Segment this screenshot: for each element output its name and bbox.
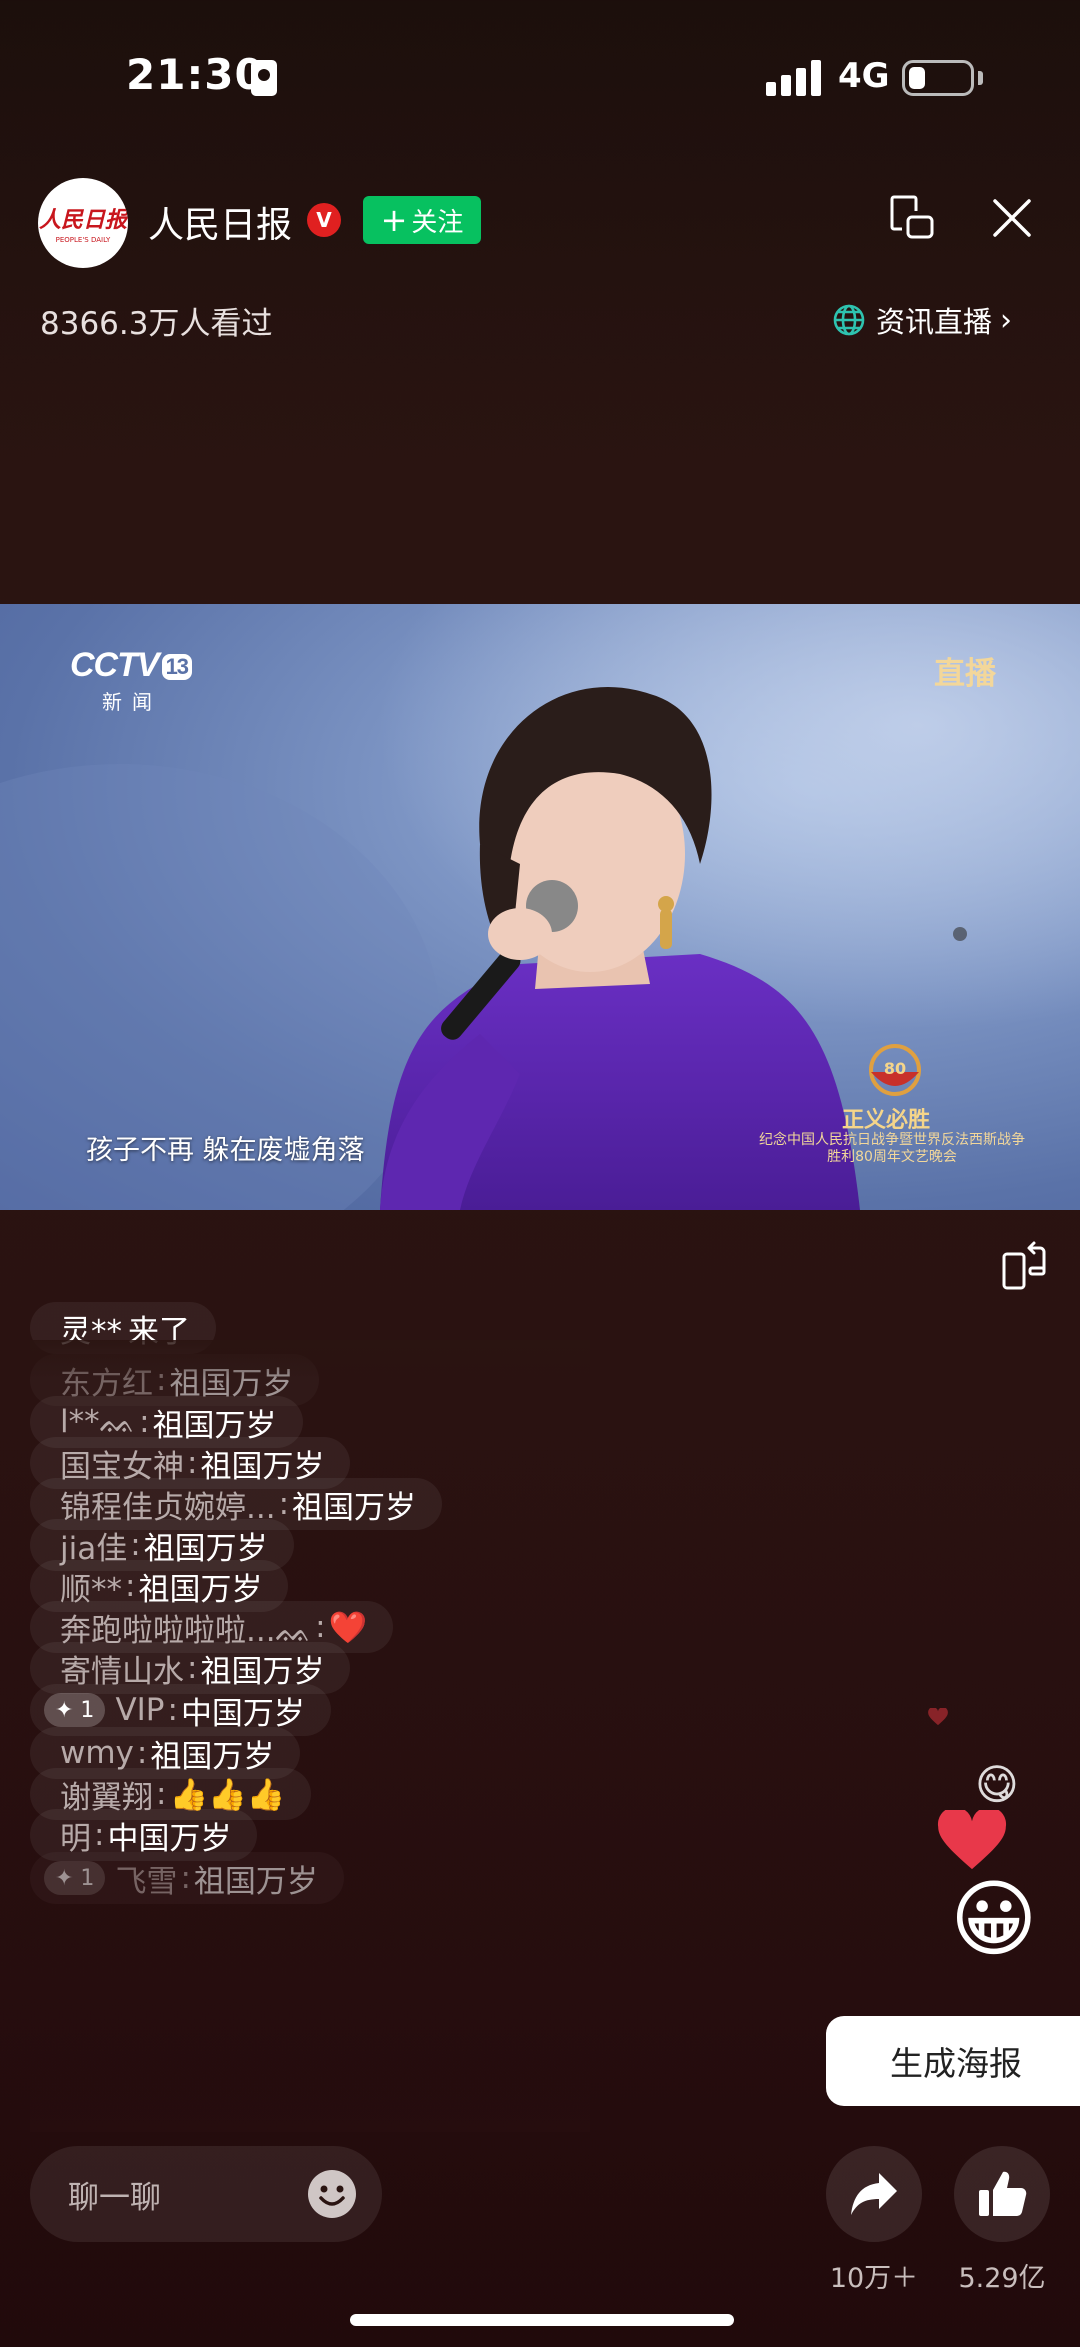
svg-text:80: 80 <box>884 1059 906 1078</box>
share-count: 10万＋ <box>829 2263 919 2294</box>
comment-separator: : <box>139 1404 150 1440</box>
comment-text: 祖国万岁 <box>193 1863 318 1900</box>
battery-icon <box>902 60 974 96</box>
comment-username: l**ᨐ <box>60 1403 137 1440</box>
fan-level-badge: ✦ 1 <box>44 1861 106 1895</box>
globe-icon <box>833 304 865 336</box>
comment-text: 中国万岁 <box>107 1820 232 1857</box>
floating-heart-icon <box>937 1810 1007 1870</box>
event-title: 正义必胜 <box>842 1108 931 1133</box>
comment-separator: : <box>187 1650 198 1686</box>
verified-badge: V <box>307 203 341 237</box>
share-arrow-icon <box>851 2173 897 2215</box>
generate-poster-button[interactable]: 生成海报 <box>826 2016 1080 2106</box>
comment-username: wmy <box>60 1735 134 1771</box>
avatar-logo-subtext: PEOPLE'S DAILY <box>55 236 111 244</box>
chat-placeholder: 聊一聊 <box>68 2179 161 2216</box>
rotate-screen-icon[interactable] <box>1000 1240 1048 1292</box>
comment-text: 来了 <box>128 1313 190 1350</box>
signal-icon <box>766 60 822 96</box>
battery-tip <box>978 71 983 85</box>
cctv-logo: CCTV 13 <box>70 646 193 685</box>
plus-icon: + <box>380 201 408 239</box>
comment-separator: : <box>187 1445 198 1481</box>
comment-separator: : <box>136 1735 148 1771</box>
share-button[interactable] <box>826 2146 922 2242</box>
comment-separator: : <box>167 1692 178 1728</box>
close-icon[interactable] <box>990 196 1034 240</box>
comment-separator: : <box>180 1860 191 1896</box>
follow-button[interactable]: + 关注 <box>363 196 481 244</box>
avatar-logo-text: 人民日报 <box>38 207 127 233</box>
event-subtitle: 纪念中国人民抗日战争暨世界反法西斯战争 胜利80周年文艺晚会 <box>759 1132 1025 1165</box>
mini-window-icon[interactable] <box>888 193 936 241</box>
lyric-caption: 孩子不再 躲在废墟角落 <box>86 1135 365 1166</box>
comment-separator: : <box>94 1817 105 1853</box>
comment-username: VIP <box>115 1692 165 1728</box>
thumbs-up-icon <box>979 2171 1027 2216</box>
channel-subtitle: 新闻 <box>102 690 162 714</box>
comment-username: 明 <box>60 1820 91 1857</box>
comment-separator: : <box>156 1776 167 1812</box>
avatar[interactable]: 人民日报 PEOPLE'S DAILY <box>38 178 128 268</box>
comment-item[interactable]: ✦ 1 飞雪: 祖国万岁 <box>30 1852 344 1904</box>
comment-list[interactable]: 灵** 来了 东方红: 祖国万岁 l**ᨐ: 祖国万岁 国宝女神: 祖国万岁 锦程佳贞婉婷..… <box>30 1296 590 2132</box>
comment-separator: : <box>130 1527 141 1563</box>
comment-separator: : <box>278 1486 290 1522</box>
floating-emoji: 😋 <box>975 1760 1019 1809</box>
live-label: 直播 <box>934 656 996 692</box>
comment-username: 灵** <box>60 1313 122 1350</box>
comment-text: 中国万岁 <box>180 1695 305 1732</box>
fan-level-badge: ✦ 1 <box>44 1693 106 1727</box>
comment-separator: : <box>125 1568 136 1604</box>
comment-username: 飞雪 <box>115 1863 178 1900</box>
emoji-icon[interactable] <box>306 2168 358 2220</box>
account-name[interactable]: 人民日报 <box>148 196 292 248</box>
chevron-right-icon: › <box>1000 302 1013 338</box>
viewer-count: 8366.3万人看过 <box>40 306 273 342</box>
status-time: 21:30 <box>126 50 265 99</box>
like-count: 5.29亿 <box>958 2263 1046 2294</box>
comment-text: ❤️ <box>328 1609 368 1646</box>
comment-separator: : <box>315 1609 326 1645</box>
comment-text: 祖国万岁 <box>292 1489 417 1526</box>
like-button[interactable] <box>954 2146 1050 2242</box>
comment-text: 👍👍👍 <box>169 1776 286 1813</box>
anniversary-emblem-icon: 80 <box>869 1044 921 1096</box>
news-live-label: 资讯直播 <box>876 305 993 339</box>
live-video[interactable]: CCTV 13 新闻 直播 孩子不再 躲在废墟角落 80 正义必胜 纪念中国人民抗… <box>0 604 1080 1210</box>
news-live-link[interactable]: 资讯直播 › <box>832 300 1012 340</box>
network-type: 4G <box>838 56 890 96</box>
follow-label: 关注 <box>411 207 464 238</box>
comment-separator: : <box>156 1362 167 1398</box>
floating-emoji-large: 😀 <box>950 1870 1038 1968</box>
sim-icon <box>251 60 277 96</box>
home-indicator[interactable] <box>350 2314 734 2326</box>
floating-heart-icon <box>928 1708 948 1726</box>
chat-input[interactable]: 聊一聊 <box>30 2146 382 2242</box>
join-notice[interactable]: 灵** 来了 <box>30 1302 216 1354</box>
